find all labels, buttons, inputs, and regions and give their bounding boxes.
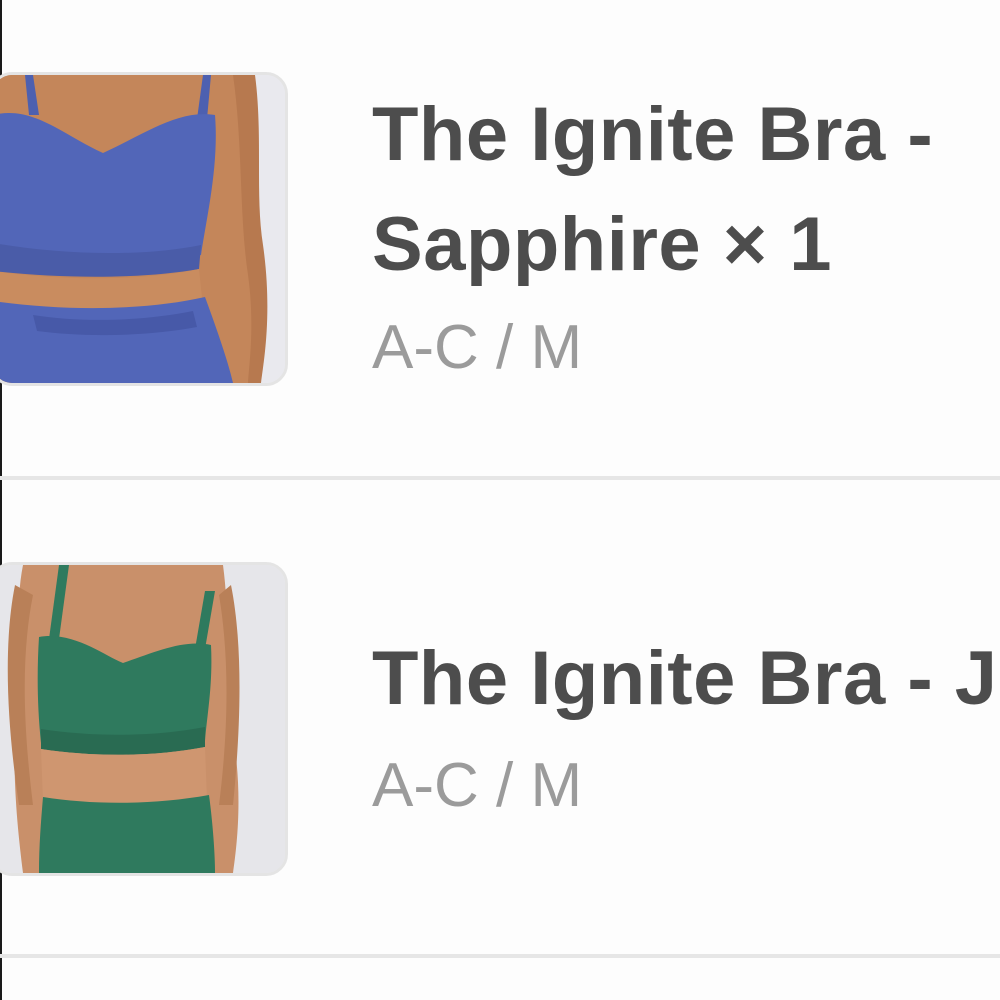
item-info: The Ignite Bra - Sapphire × 1 A-C / M (372, 80, 1000, 388)
cart-page: The Ignite Bra - Sapphire × 1 A-C / M Th… (0, 0, 1000, 1000)
sapphire-sports-bra-photo-icon (0, 75, 285, 383)
product-title-line: The Ignite Bra - J (372, 636, 998, 721)
product-thumbnail[interactable] (0, 72, 288, 386)
product-thumbnail[interactable] (0, 562, 288, 876)
product-title[interactable]: The Ignite Bra - Sapphire × 1 (372, 80, 1000, 300)
green-sports-bra-photo-icon (0, 565, 285, 873)
cart-line-item[interactable]: The Ignite Bra - J A-C / M (0, 482, 1000, 956)
item-info: The Ignite Bra - J A-C / M (372, 624, 1000, 826)
product-variant: A-C / M (372, 313, 583, 382)
item-divider (0, 476, 1000, 480)
item-divider (0, 954, 1000, 958)
product-title[interactable]: The Ignite Bra - J (372, 624, 1000, 734)
product-title-line-quantity: Sapphire × 1 (372, 202, 833, 287)
product-title-line: The Ignite Bra - (372, 92, 934, 177)
cart-line-item[interactable]: The Ignite Bra - Sapphire × 1 A-C / M (0, 0, 1000, 478)
product-variant: A-C / M (372, 751, 583, 820)
